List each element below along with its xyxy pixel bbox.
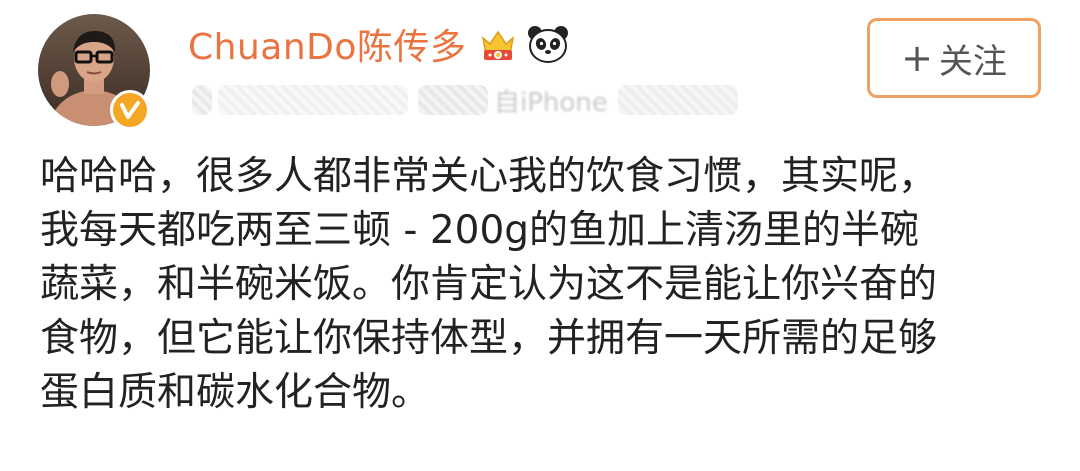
panda-icon[interactable] [526, 24, 570, 64]
post-body-line: 食物，但它能让你保持体型，并拥有一天所需的足够 [40, 316, 938, 361]
post-body-line: 哈哈哈，很多人都非常关心我的饮食习惯，其实呢， [40, 154, 938, 199]
post-body: 哈哈哈，很多人都非常关心我的饮食习惯，其实呢， 我每天都吃两至三顿 - 200g… [40, 150, 1050, 420]
post-body-line: 我每天都吃两至三顿 - 200g的鱼加上清汤里的半碗 [40, 208, 920, 253]
plus-icon: + [901, 36, 933, 80]
verified-badge-icon [110, 90, 150, 130]
crown-badge-icon[interactable] [478, 24, 518, 64]
blurred-region [218, 85, 408, 115]
post-meta: 自iPhone [192, 80, 752, 120]
post-source: 自iPhone [494, 87, 608, 118]
follow-label: 关注 [938, 41, 1007, 82]
blurred-region [192, 85, 212, 115]
blurred-region [418, 85, 488, 115]
blurred-region [617, 85, 738, 115]
username[interactable]: ChuanDo陈传多 [188, 18, 466, 70]
follow-button[interactable]: + 关注 [867, 18, 1041, 98]
post-body-line: 蔬菜，和半碗米饭。你肯定认为这不是能让你兴奋的 [40, 262, 938, 307]
weibo-post: ChuanDo陈传多 自iPhone + 关注 哈哈哈，很多人都非常关心我的饮食… [0, 0, 1080, 471]
name-row: ChuanDo陈传多 [188, 18, 570, 70]
post-body-line: 蛋白质和碳水化合物。 [40, 370, 431, 415]
